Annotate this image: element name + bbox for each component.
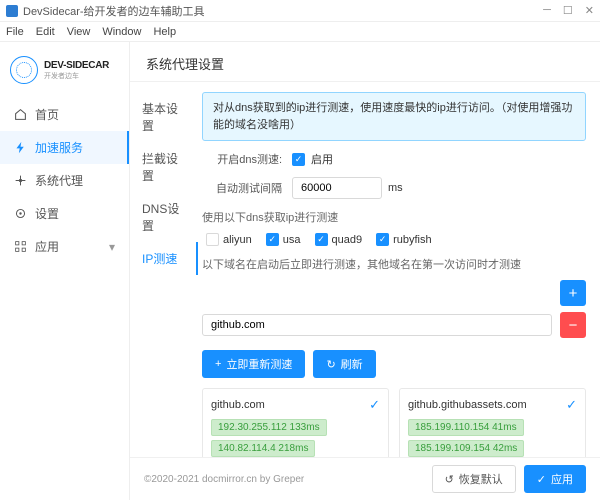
- result-card: github.com ✓ 192.30.255.112 133ms 140.82.…: [202, 388, 389, 457]
- logo-icon: [10, 56, 38, 84]
- ip-pill: 192.30.255.112 133ms: [211, 419, 327, 436]
- undo-icon: ↺: [445, 473, 454, 486]
- menu-file[interactable]: File: [6, 26, 24, 38]
- window-title: DevSidecar-给开发者的边车辅助工具: [23, 3, 205, 19]
- add-domain-button[interactable]: +: [560, 280, 586, 306]
- menu-view[interactable]: View: [67, 26, 91, 38]
- logo: DEV-SIDECAR 开发者边车: [0, 50, 129, 98]
- sidebar-item-home[interactable]: 首页: [0, 98, 129, 131]
- ip-pill: 185.199.109.154 42ms: [408, 440, 524, 457]
- proxy-icon: [14, 174, 27, 187]
- domain-input[interactable]: [202, 314, 552, 336]
- check-icon: ✓: [537, 473, 546, 486]
- ip-pill: 140.82.114.4 218ms: [211, 440, 315, 457]
- dns-test-label: 开启dns测速:: [202, 151, 282, 167]
- tab-basic[interactable]: 基本设置: [130, 92, 198, 142]
- result-host: github.githubassets.com: [408, 399, 527, 411]
- tab-ipspeed[interactable]: IP测速: [130, 242, 198, 275]
- remove-domain-button[interactable]: −: [560, 312, 586, 338]
- tab-intercept[interactable]: 拦截设置: [130, 142, 198, 192]
- check-icon: ✓: [369, 397, 380, 413]
- chk-rubyfish[interactable]: ✓: [376, 233, 389, 246]
- copyright: ©2020-2021 docmirror.cn by Greper: [144, 474, 304, 485]
- result-host: github.com: [211, 399, 265, 411]
- sidebar-item-accel[interactable]: 加速服务: [0, 131, 129, 164]
- dns-test-checkbox[interactable]: ✓: [292, 153, 305, 166]
- restore-button[interactable]: ↺恢复默认: [432, 465, 516, 493]
- menu-edit[interactable]: Edit: [36, 26, 55, 38]
- home-icon: [14, 108, 27, 121]
- info-alert: 对从dns获取到的ip进行测速，使用速度最快的ip进行访问。（对使用增强功能的域…: [202, 92, 586, 141]
- gear-icon: [14, 207, 27, 220]
- chevron-down-icon: ▾: [109, 240, 115, 254]
- app-icon: [6, 5, 18, 17]
- interval-label: 自动测试间隔: [202, 180, 282, 196]
- refresh-icon: ↻: [326, 358, 335, 371]
- menu-help[interactable]: Help: [153, 26, 176, 38]
- menubar: File Edit View Window Help: [0, 22, 600, 42]
- tab-dns[interactable]: DNS设置: [130, 192, 198, 242]
- plus-icon: +: [215, 358, 221, 370]
- domain-hint: 以下域名在启动后立即进行测速，其他域名在第一次访问时才测速: [202, 256, 586, 272]
- close-icon[interactable]: ✕: [585, 4, 594, 17]
- sidebar-item-apps[interactable]: 应用▾: [0, 230, 129, 263]
- maximize-icon[interactable]: ☐: [563, 4, 573, 17]
- sidebar-item-proxy[interactable]: 系统代理: [0, 164, 129, 197]
- sidebar-item-settings[interactable]: 设置: [0, 197, 129, 230]
- menu-window[interactable]: Window: [102, 26, 141, 38]
- check-icon: ✓: [566, 397, 577, 413]
- chk-aliyun[interactable]: [206, 233, 219, 246]
- chk-quad9[interactable]: ✓: [315, 233, 328, 246]
- page-title: 系统代理设置: [130, 42, 600, 82]
- providers-label: 使用以下dns获取ip进行测速: [202, 209, 586, 225]
- apply-button[interactable]: ✓应用: [524, 465, 586, 493]
- ip-pill: 185.199.110.154 41ms: [408, 419, 524, 436]
- interval-input[interactable]: [292, 177, 382, 199]
- apps-icon: [14, 240, 27, 253]
- refresh-button[interactable]: ↻刷新: [313, 350, 375, 378]
- retest-button[interactable]: +立即重新测速: [202, 350, 305, 378]
- minimize-icon[interactable]: ─: [543, 4, 551, 17]
- chk-usa[interactable]: ✓: [266, 233, 279, 246]
- enable-text: 启用: [311, 151, 333, 167]
- bolt-icon: [14, 141, 27, 154]
- interval-unit: ms: [388, 182, 403, 194]
- result-card: github.githubassets.com ✓ 185.199.110.154…: [399, 388, 586, 457]
